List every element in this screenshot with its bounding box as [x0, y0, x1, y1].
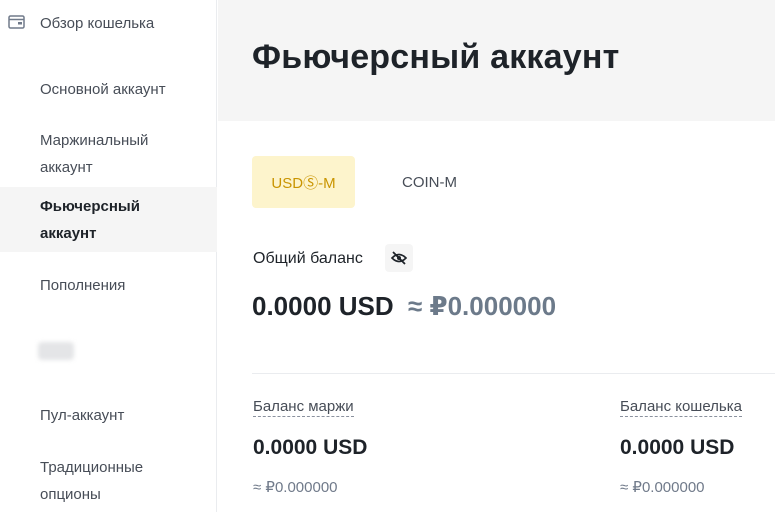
- margin-balance-approx: ≈ ₽0.000000: [253, 479, 338, 496]
- wallet-balance-label[interactable]: Баланс кошелька: [620, 398, 742, 417]
- sidebar-item-main-account[interactable]: Основной аккаунт: [0, 76, 217, 104]
- wallet-balance-approx: ≈ ₽0.000000: [620, 479, 705, 496]
- sidebar-item-deposits[interactable]: Пополнения: [0, 272, 217, 300]
- tab-usds-m[interactable]: USDⓈ-M: [252, 156, 355, 208]
- wallet-icon: [8, 15, 25, 29]
- eye-slash-icon: [390, 251, 408, 265]
- sidebar-item-label: Обзор кошелька: [40, 15, 155, 32]
- sidebar: Обзор кошелька Основной аккаунт Маржинал…: [0, 0, 217, 512]
- sidebar-item-label: Основной аккаунт: [40, 81, 166, 98]
- sidebar-item-margin-account[interactable]: Маржинальный аккаунт: [0, 127, 217, 183]
- sidebar-item-label: Фьючерсный аккаунт: [40, 198, 140, 242]
- margin-balance-value: 0.0000 USD: [253, 436, 368, 459]
- tab-coin-m[interactable]: COIN-M: [387, 156, 472, 208]
- total-balance-approx: ≈ ₽0.000000: [408, 291, 557, 321]
- sidebar-item-blurred[interactable]: [38, 342, 74, 360]
- sidebar-item-label: Традиционные опционы: [40, 459, 144, 503]
- tab-label: COIN-M: [402, 173, 457, 191]
- total-balance-value: 0.0000 USD: [252, 291, 394, 321]
- divider: [252, 373, 775, 374]
- sidebar-item-wallet-overview[interactable]: Обзор кошелька: [0, 0, 217, 48]
- page-header: Фьючерсный аккаунт: [218, 0, 775, 121]
- sidebar-item-futures-account[interactable]: Фьючерсный аккаунт: [0, 187, 217, 252]
- sidebar-item-pool-account[interactable]: Пул-аккаунт: [0, 402, 217, 430]
- sidebar-item-label: Пополнения: [40, 277, 126, 294]
- total-balance-label: Общий баланс: [253, 250, 363, 267]
- tab-label: USDⓈ-M: [271, 174, 336, 192]
- page-title: Фьючерсный аккаунт: [252, 38, 620, 76]
- sidebar-item-label: Пул-аккаунт: [40, 407, 125, 424]
- margin-balance-label[interactable]: Баланс маржи: [253, 398, 354, 417]
- hide-balance-button[interactable]: [385, 244, 413, 272]
- sidebar-item-traditional-options[interactable]: Традиционные опционы: [0, 454, 217, 510]
- sidebar-item-label: Маржинальный аккаунт: [40, 132, 149, 176]
- wallet-balance-value: 0.0000 USD: [620, 436, 735, 459]
